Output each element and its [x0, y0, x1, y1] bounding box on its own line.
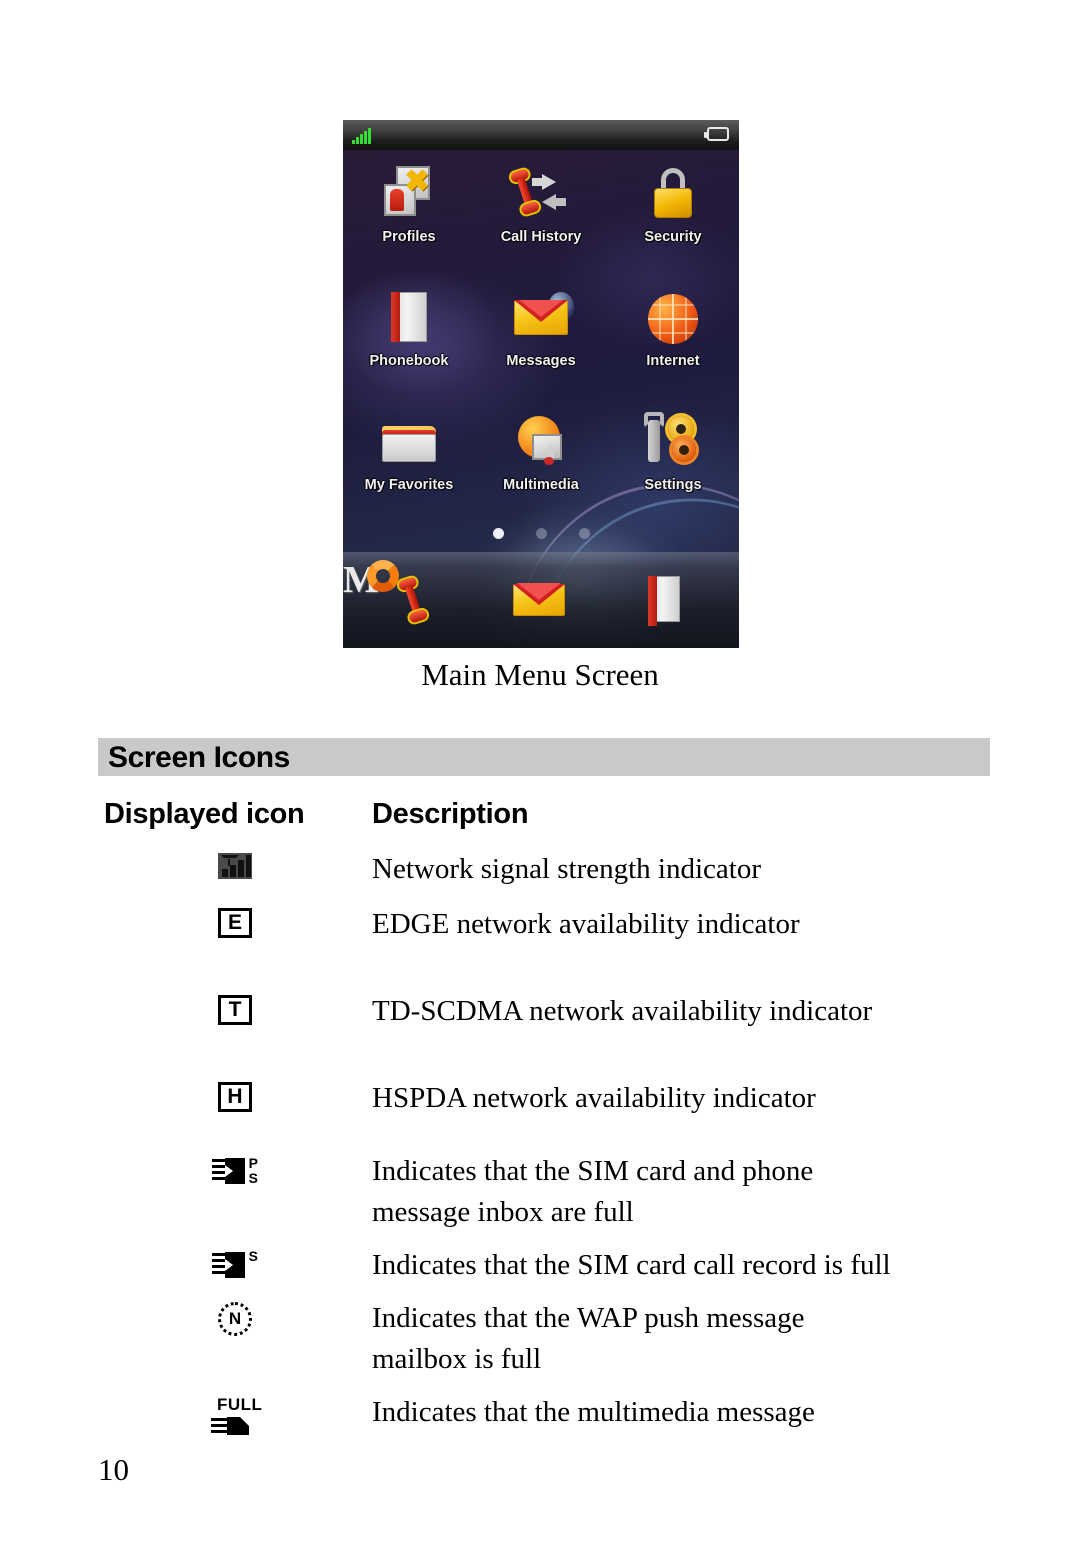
phone-screen: ✖ Profiles Call History Security Phonebo…	[343, 120, 739, 648]
app-tile-call-history[interactable]: Call History	[475, 154, 607, 278]
app-tile-security[interactable]: Security	[607, 154, 739, 278]
row-description-cell: Indicates that the WAP push message mail…	[372, 1298, 990, 1380]
table-row: E EDGE network availability indicator	[98, 904, 990, 945]
app-tile-label: Call History	[500, 229, 582, 245]
app-tile-label: Multimedia	[503, 477, 579, 493]
table-row: S Indicates that the SIM card call recor…	[98, 1245, 990, 1286]
table-row: FULL Indicates that the multimedia messa…	[98, 1392, 990, 1438]
row-description-line: Indicates that the SIM card and phone	[372, 1155, 814, 1187]
row-description-cell: Network signal strength indicator	[372, 849, 990, 890]
app-tile-label: Settings	[644, 477, 702, 493]
row-description-cell: Indicates that the SIM card and phone me…	[372, 1151, 990, 1233]
edge-network-icon: E	[218, 908, 252, 938]
full-label: FULL	[217, 1395, 263, 1414]
internet-globe-icon	[642, 286, 704, 350]
app-tile-label: Messages	[506, 353, 576, 369]
page-number: 10	[98, 1452, 129, 1487]
column-header-displayed-icon: Displayed icon	[104, 798, 305, 830]
table-row: PS Indicates that the SIM card and phone…	[98, 1151, 990, 1233]
app-tile-profiles[interactable]: ✖ Profiles	[343, 154, 475, 278]
app-tile-multimedia[interactable]: Multimedia	[475, 402, 607, 526]
sim-call-record-full-icon: S	[212, 1249, 258, 1283]
table-row: H HSPDA network availability indicator	[98, 1078, 990, 1119]
row-description-line: HSPDA network availability indicator	[372, 1082, 816, 1114]
table-row: Network signal strength indicator	[98, 849, 990, 890]
row-description-cell: EDGE network availability indicator	[372, 904, 990, 945]
row-description-cell: Indicates that the SIM card call record …	[372, 1245, 990, 1286]
phone-status-bar	[343, 120, 739, 150]
multimedia-message-full-icon: FULL	[211, 1395, 263, 1438]
row-description-line: message inbox are full	[372, 1196, 634, 1228]
row-icon-cell: H	[98, 1078, 372, 1112]
app-tile-internet[interactable]: Internet	[607, 278, 739, 402]
phonebook-icon	[378, 286, 440, 350]
page-indicator-dots	[343, 528, 739, 539]
row-description-line: TD-SCDMA network availability indicator	[372, 995, 873, 1027]
row-description-line: mailbox is full	[372, 1343, 542, 1375]
td-scdma-network-icon: T	[218, 995, 252, 1025]
row-icon-cell: PS	[98, 1151, 372, 1189]
row-icon-cell	[98, 849, 372, 879]
messages-envelope-icon	[510, 286, 574, 350]
row-description-line: EDGE network availability indicator	[372, 908, 800, 940]
dock-phonebook-icon[interactable]	[638, 572, 694, 628]
app-tile-label: Profiles	[382, 229, 436, 245]
page-dot[interactable]	[535, 528, 547, 539]
figure-caption: Main Menu Screen	[421, 657, 659, 692]
app-tile-label: Phonebook	[369, 353, 449, 369]
row-description-line: Indicates that the SIM card call record …	[372, 1249, 891, 1281]
screen-icons-table: Displayed icon Description Network signa…	[98, 798, 990, 1448]
app-tile-phonebook[interactable]: Phonebook	[343, 278, 475, 402]
page-dot[interactable]	[578, 528, 590, 539]
app-tile-label: Internet	[646, 353, 700, 369]
network-signal-strength-icon	[218, 853, 252, 879]
table-row: T TD-SCDMA network availability indicato…	[98, 991, 990, 1032]
row-description-line: Network signal strength indicator	[372, 853, 761, 885]
battery-icon	[704, 127, 729, 141]
app-tile-settings[interactable]: Settings	[607, 402, 739, 526]
mo-music-icon[interactable]: M	[343, 560, 399, 600]
row-description-line: Indicates that the multimedia message	[372, 1396, 815, 1428]
row-description-line: Indicates that the WAP push message	[372, 1302, 805, 1334]
row-icon-cell: N	[98, 1298, 372, 1336]
phone-screenshot-figure: ✖ Profiles Call History Security Phonebo…	[343, 120, 739, 648]
profiles-icon: ✖	[378, 162, 440, 226]
row-description-cell: TD-SCDMA network availability indicator	[372, 991, 990, 1032]
phone-dock: M	[343, 552, 739, 648]
section-heading-text: Screen Icons	[108, 741, 290, 774]
table-row: N Indicates that the WAP push message ma…	[98, 1298, 990, 1380]
app-tile-label: Security	[644, 229, 702, 245]
app-tile-messages[interactable]: Messages	[475, 278, 607, 402]
settings-gears-icon	[642, 410, 704, 474]
row-description-cell: HSPDA network availability indicator	[372, 1078, 990, 1119]
wap-push-mailbox-full-icon: N	[218, 1302, 252, 1336]
column-header-description: Description	[372, 798, 529, 830]
row-icon-cell: T	[98, 991, 372, 1025]
row-icon-cell: E	[98, 904, 372, 938]
page-dot[interactable]	[492, 528, 504, 539]
hspda-network-icon: H	[218, 1082, 252, 1112]
app-tile-my-favorites[interactable]: My Favorites	[343, 402, 475, 526]
sim-and-phone-inbox-full-icon: PS	[212, 1155, 258, 1189]
security-lock-icon	[642, 162, 704, 226]
signal-bars-icon	[352, 128, 371, 144]
row-icon-cell: FULL	[98, 1392, 372, 1438]
row-icon-cell: S	[98, 1245, 372, 1283]
app-tile-label: My Favorites	[364, 477, 454, 493]
row-description-cell: Indicates that the multimedia message	[372, 1392, 990, 1433]
table-header-row: Displayed icon Description	[98, 798, 990, 831]
main-menu-app-grid: ✖ Profiles Call History Security Phonebo…	[343, 154, 739, 526]
my-favorites-folder-icon	[378, 410, 440, 474]
call-history-icon	[510, 162, 572, 226]
dock-messages-envelope-icon[interactable]	[512, 572, 569, 628]
multimedia-icon	[510, 410, 572, 474]
section-heading-bar: Screen Icons	[98, 738, 990, 776]
